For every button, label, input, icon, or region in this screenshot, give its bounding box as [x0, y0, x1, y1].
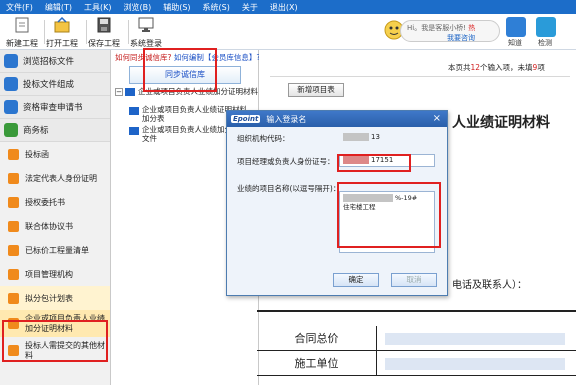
highlight-box-sidebar [2, 320, 108, 362]
confirm-button[interactable]: 确定 [333, 273, 379, 287]
menu-system[interactable]: 系统(S) [197, 2, 236, 13]
help-bubble: Hi。我是客服小桥! 热 我要咨询 [400, 20, 500, 42]
sidebar-item-consortium[interactable]: 联合体协议书 [0, 214, 110, 238]
table-row: 施工单位 [257, 351, 576, 376]
add-project-table-button[interactable]: 新增项目表 [288, 83, 344, 97]
hot-badge: 热 [468, 24, 476, 32]
sidebar-item-label: 投标函 [25, 149, 49, 159]
redacted-block [343, 133, 369, 141]
document-title: 人业绩证明材料 [452, 115, 550, 131]
document-subtitle: 电话及联系人）： [452, 280, 527, 291]
document-icon [4, 100, 18, 114]
id-number-label: 项目经理或负责人身份证号： [237, 157, 335, 166]
sidebar-item-bid-letter[interactable]: 投标函 [0, 142, 110, 166]
epoint-logo: Epoint [231, 115, 261, 123]
system-login-button[interactable]: 系统登录 [124, 16, 168, 48]
highlight-box-sync [143, 48, 217, 92]
consult-link[interactable]: 我要咨询 [447, 34, 475, 42]
input-count: 12 [470, 63, 481, 72]
menu-about[interactable]: 关于 [236, 2, 264, 13]
detect-label: 检测 [538, 39, 552, 47]
menu-assist[interactable]: 辅助(S) [157, 2, 196, 13]
sidebar-section-label: 商务标 [23, 126, 49, 136]
sidebar-item-subcontract[interactable]: 拟分包计划表 [0, 286, 110, 310]
menu-tools[interactable]: 工具(K) [78, 2, 118, 13]
folder-icon [129, 127, 139, 135]
knowledge-label: 知道 [508, 39, 522, 47]
menu-exit[interactable]: 退出(X) [264, 2, 304, 13]
folder-icon [125, 88, 135, 96]
form-icon [8, 148, 19, 160]
sidebar-section-commercial[interactable]: 商务标 [0, 119, 110, 142]
org-code-field[interactable]: 13 [339, 131, 435, 144]
sidebar-item-bill-of-quantities[interactable]: 已标价工程量清单 [0, 238, 110, 262]
menu-browse[interactable]: 浏览(B) [117, 2, 157, 13]
sidebar-item-label: 授权委托书 [25, 197, 65, 207]
project-names-label: 业绩的项目名称(以逗号隔开)： [237, 184, 341, 193]
page-info-text: 本页共 [448, 63, 471, 72]
sidebar-section-browse[interactable]: 浏览招标文件 [0, 50, 110, 73]
open-folder-icon [54, 16, 70, 33]
form-icon [8, 196, 19, 208]
dialog-title: 输入登录名 [266, 114, 307, 124]
knowledge-button[interactable] [506, 17, 526, 37]
sidebar-section-label: 浏览招标文件 [23, 57, 75, 67]
page-input-summary: 本页共12个输入项，未填9项 [448, 62, 545, 73]
menu-edit[interactable]: 编辑(T) [39, 2, 78, 13]
sidebar-item-label: 拟分包计划表 [25, 293, 73, 303]
dialog-titlebar: Epoint 输入登录名 × [227, 111, 447, 127]
sidebar-item-label: 联合体协议书 [25, 221, 73, 231]
sidebar-section-label: 投标文件组成 [23, 80, 75, 90]
new-project-button[interactable]: 新建工程 [0, 16, 44, 48]
toolbar: 新建工程 打开工程 保存工程 系统登录 Hi。我是客服小桥! 热 我要咨询 知道… [0, 14, 576, 50]
highlight-box-id [337, 154, 411, 172]
menu-file[interactable]: 文件(F) [0, 2, 39, 13]
sidebar-item-power-of-attorney[interactable]: 授权委托书 [0, 190, 110, 214]
highlight-box-projects [337, 182, 441, 248]
row-input[interactable] [385, 333, 565, 345]
sidebar-item-project-management[interactable]: 项目管理机构 [0, 262, 110, 286]
new-project-label: 新建工程 [6, 39, 38, 48]
folder-icon [129, 107, 139, 115]
form-icon [8, 172, 19, 184]
save-project-label: 保存工程 [88, 39, 120, 48]
row-label: 施工单位 [257, 351, 377, 376]
form-icon [8, 268, 19, 280]
row-input[interactable] [385, 358, 565, 370]
open-project-button[interactable]: 打开工程 [40, 16, 84, 48]
document-icon [4, 77, 18, 91]
sidebar-item-label: 项目管理机构 [25, 269, 73, 279]
table-row: 合同总价 [257, 326, 576, 351]
cancel-button[interactable]: 取消 [391, 273, 437, 287]
org-code-label: 组织机构代码： [237, 134, 290, 143]
divider [270, 76, 570, 77]
detect-button[interactable] [536, 17, 556, 37]
save-disk-icon [97, 17, 111, 33]
new-file-icon [15, 17, 29, 33]
help-greeting: Hi。我是客服小桥! [407, 24, 467, 32]
sidebar-section-qualification[interactable]: 资格审查申请书 [0, 96, 110, 119]
sidebar-section-composition[interactable]: 投标文件组成 [0, 73, 110, 96]
save-project-button[interactable]: 保存工程 [82, 16, 126, 48]
page-info-text: 个输入项，未填 [480, 63, 533, 72]
customer-service-box[interactable]: Hi。我是客服小桥! 热 我要咨询 [384, 16, 503, 46]
org-code-value: 13 [371, 133, 380, 141]
briefcase-icon [4, 123, 18, 137]
open-project-label: 打开工程 [46, 39, 78, 48]
sidebar-item-label: 已标价工程量清单 [25, 245, 89, 255]
document-table: 合同总价 施工单位 [257, 310, 576, 385]
collapse-icon[interactable]: − [115, 88, 123, 96]
form-icon [8, 292, 19, 304]
sidebar-item-label: 法定代表人身份证明 [25, 173, 97, 183]
document-icon [4, 54, 18, 68]
page-info-text: 项 [537, 63, 545, 72]
sidebar-section-label: 资格审查申请书 [23, 103, 83, 113]
row-label: 合同总价 [257, 326, 377, 351]
close-icon[interactable]: × [433, 113, 441, 124]
sidebar-item-legal-rep[interactable]: 法定代表人身份证明 [0, 166, 110, 190]
form-icon [8, 244, 19, 256]
form-icon [8, 220, 19, 232]
monitor-icon [138, 17, 154, 32]
menu-bar: 文件(F) 编辑(T) 工具(K) 浏览(B) 辅助(S) 系统(S) 关于 退… [0, 0, 576, 14]
